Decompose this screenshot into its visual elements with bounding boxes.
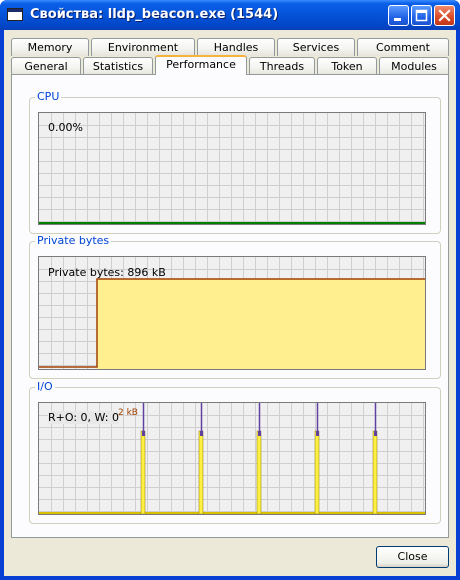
io-spike	[256, 430, 262, 514]
close-icon	[438, 9, 451, 22]
tab-general[interactable]: General	[11, 57, 81, 75]
io-group: I/O R+O: 0, W: 0 2 kB	[29, 380, 441, 524]
private-bytes-group-label: Private bytes	[35, 234, 112, 247]
process-properties-window: Свойства: lldp_beacon.exe (1544) Memory …	[0, 0, 460, 580]
title-bar[interactable]: Свойства: lldp_beacon.exe (1544)	[0, 0, 460, 30]
cpu-group-label: CPU	[35, 90, 62, 103]
tab-environment[interactable]: Environment	[91, 38, 195, 56]
io-spike	[314, 430, 320, 514]
tab-modules[interactable]: Modules	[379, 57, 449, 75]
minimize-icon	[394, 18, 401, 21]
io-graph: R+O: 0, W: 0 2 kB	[38, 402, 426, 515]
cpu-value-text: 0.00%	[48, 121, 83, 134]
tab-comment[interactable]: Comment	[357, 38, 449, 56]
tab-statistics[interactable]: Statistics	[83, 57, 153, 75]
io-max-label: 2 kB	[118, 408, 138, 418]
cpu-group: CPU 0.00%	[29, 90, 441, 234]
io-spike	[372, 430, 378, 514]
close-window-button[interactable]	[434, 5, 455, 26]
io-spike	[198, 430, 204, 514]
private-bytes-area	[97, 279, 425, 369]
io-spike-cap	[258, 431, 261, 436]
tab-threads[interactable]: Threads	[249, 57, 315, 75]
tab-services[interactable]: Services	[277, 38, 355, 56]
io-spike-cap	[374, 431, 377, 436]
io-spike-cap	[316, 431, 319, 436]
tab-performance[interactable]: Performance	[155, 55, 247, 75]
tab-token[interactable]: Token	[317, 57, 377, 75]
io-value-text: R+O: 0, W: 0	[48, 411, 119, 424]
minimize-button[interactable]	[388, 5, 409, 26]
window-app-icon[interactable]	[7, 8, 23, 21]
io-spike-cap	[142, 431, 145, 436]
private-bytes-value-text: Private bytes: 896 kB	[48, 266, 166, 279]
tab-handles[interactable]: Handles	[197, 38, 275, 56]
maximize-icon	[415, 9, 428, 22]
private-bytes-group: Private bytes Private bytes: 896 kB	[29, 234, 441, 379]
io-spike	[140, 430, 146, 514]
cpu-graph: 0.00%	[38, 112, 426, 225]
io-group-label: I/O	[35, 380, 55, 393]
cpu-graph-plot	[39, 113, 425, 224]
window-title: Свойства: lldp_beacon.exe (1544)	[30, 7, 279, 22]
window-client-area: Memory Environment Handles Services Comm…	[4, 30, 456, 576]
performance-tab-panel: CPU 0.00% Private bytes Private bytes: 8…	[11, 74, 449, 538]
io-spike-cap	[200, 431, 203, 436]
tab-memory[interactable]: Memory	[11, 38, 89, 56]
close-button[interactable]: Close	[376, 546, 449, 568]
private-bytes-graph: Private bytes: 896 kB	[38, 256, 426, 370]
maximize-button[interactable]	[411, 5, 432, 26]
